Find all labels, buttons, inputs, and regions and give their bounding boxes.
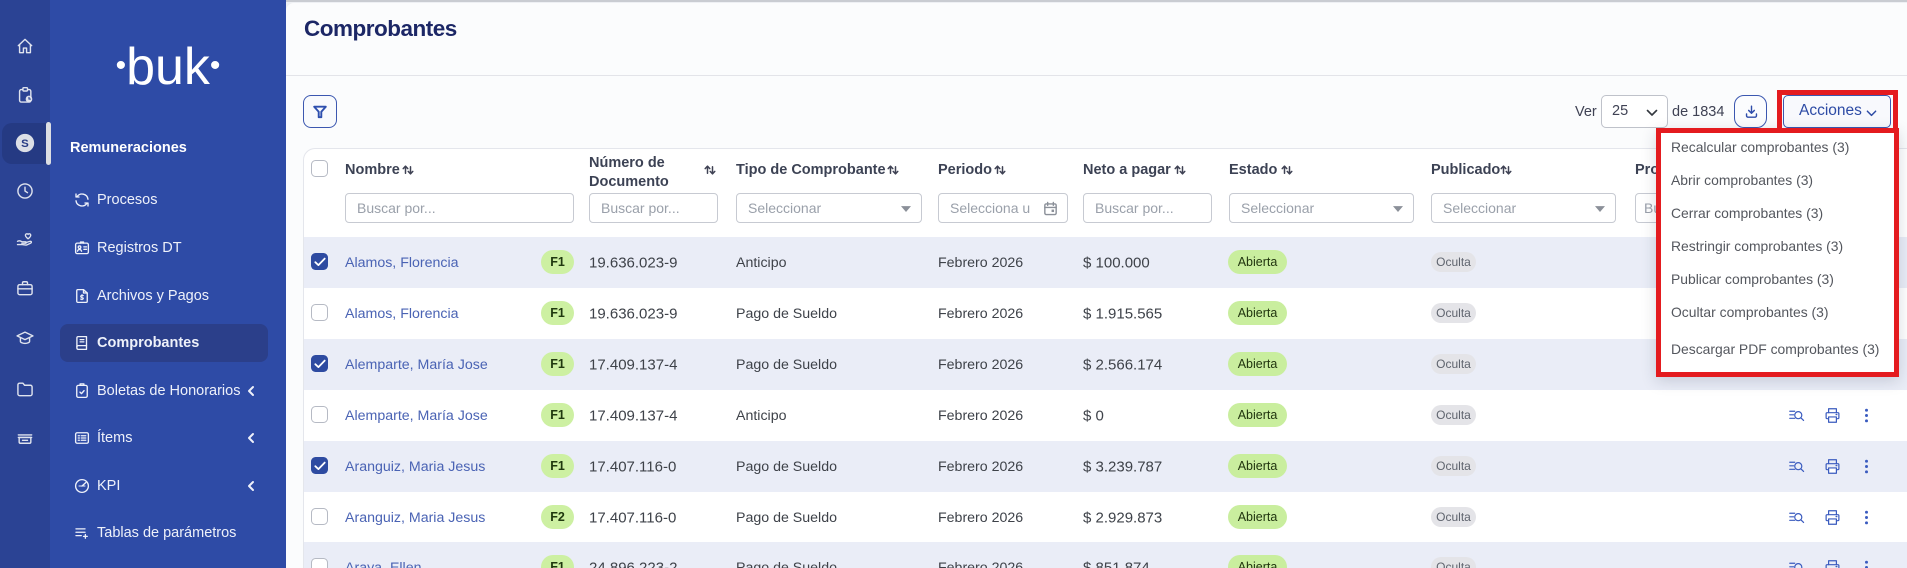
svg-text:S: S	[21, 138, 29, 150]
